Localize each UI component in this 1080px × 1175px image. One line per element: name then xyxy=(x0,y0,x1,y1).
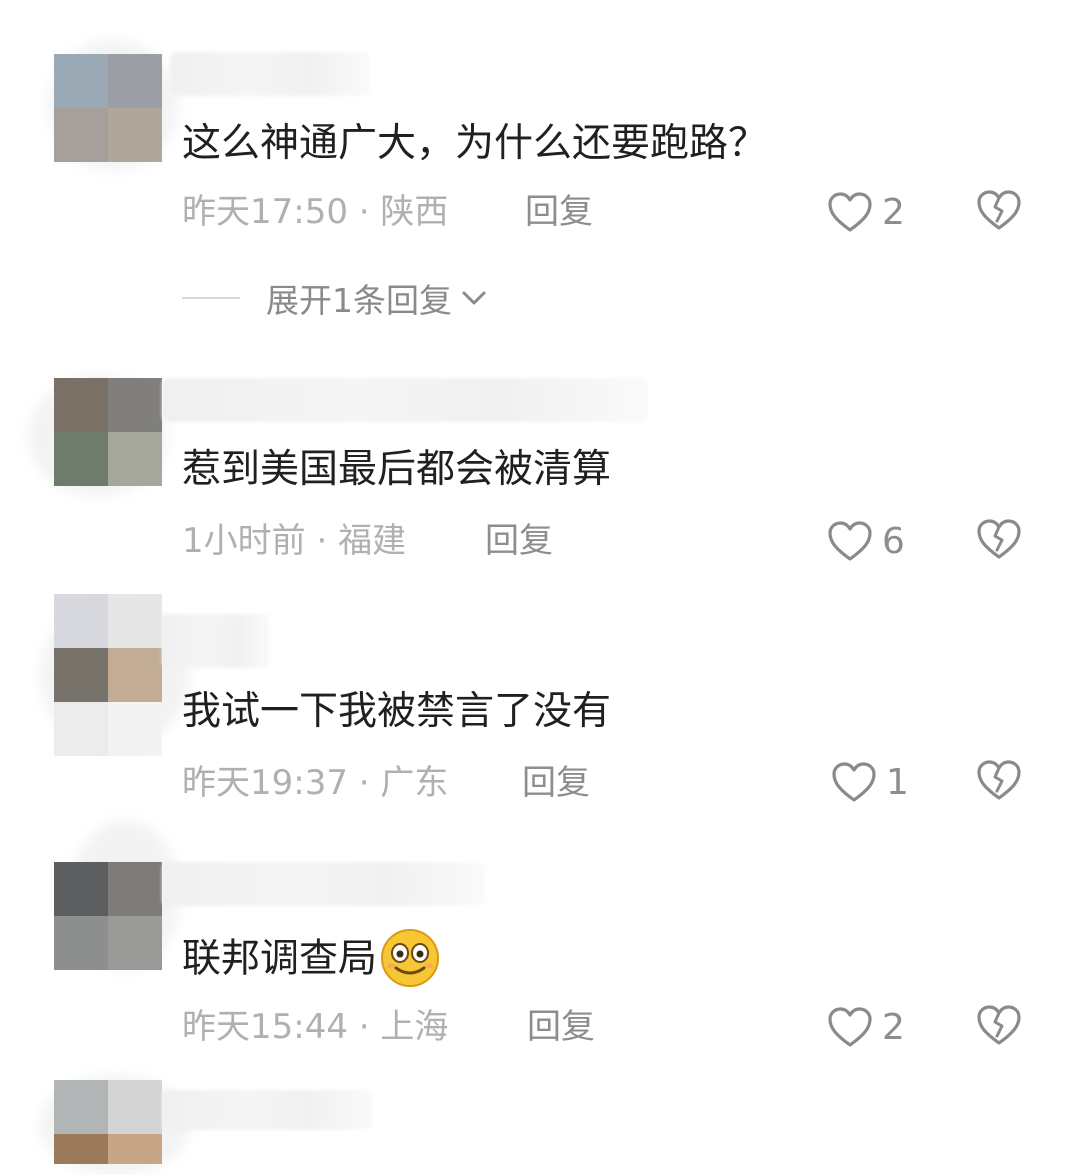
avatar-tile xyxy=(108,916,162,970)
broken-heart-icon[interactable] xyxy=(975,1002,1023,1048)
reply-button[interactable]: 回复 xyxy=(522,761,590,805)
avatar-tile xyxy=(108,1134,162,1164)
reply-button[interactable]: 回复 xyxy=(527,1005,595,1049)
comment-time: 昨天17:50 xyxy=(182,192,348,232)
avatar[interactable] xyxy=(54,1080,162,1164)
comment-location: 陕西 xyxy=(380,192,449,232)
avatar-tile xyxy=(54,378,108,432)
chevron-down-icon xyxy=(462,291,486,305)
comment-time: 昨天19:37 xyxy=(182,763,348,803)
avatar-tile xyxy=(54,862,108,916)
avatar[interactable] xyxy=(54,862,162,970)
heart-outline-icon xyxy=(828,521,872,561)
username-blurred[interactable] xyxy=(170,52,370,96)
meta-separator: · xyxy=(347,763,381,803)
avatar-tile xyxy=(54,1080,108,1134)
comment-text: 联邦调查局 xyxy=(182,929,441,992)
comment-location: 上海 xyxy=(380,1007,449,1047)
avatar-tile xyxy=(54,916,108,970)
broken-heart-icon[interactable] xyxy=(975,187,1023,233)
avatar-tile xyxy=(54,108,108,162)
comment-meta: 昨天17:50 · 陕西 xyxy=(182,190,448,234)
comment-meta: 昨天15:44 · 上海 xyxy=(182,1005,448,1049)
meta-separator: · xyxy=(347,192,381,232)
meta-separator: · xyxy=(305,521,339,561)
heart-outline-icon xyxy=(832,762,876,802)
like-count: 2 xyxy=(882,1006,905,1048)
broken-heart-icon[interactable] xyxy=(975,516,1023,562)
avatar-tile xyxy=(54,648,108,702)
broken-heart-icon[interactable] xyxy=(975,757,1023,803)
reply-button[interactable]: 回复 xyxy=(485,519,553,563)
username-blurred[interactable] xyxy=(162,862,484,906)
avatar-tile xyxy=(108,54,162,108)
comment-text: 这么神通广大，为什么还要跑路？ xyxy=(182,121,768,166)
like-button[interactable]: 2 xyxy=(826,187,905,237)
heart-outline-icon xyxy=(828,192,872,232)
comment-meta: 昨天19:37 · 广东 xyxy=(182,761,448,805)
like-button[interactable]: 1 xyxy=(830,757,909,807)
avatar-tile xyxy=(54,54,108,108)
comment-text-content: 联邦调查局 xyxy=(182,936,378,982)
reply-button[interactable]: 回复 xyxy=(525,190,593,234)
like-button[interactable]: 6 xyxy=(826,516,905,566)
avatar[interactable] xyxy=(54,378,162,486)
like-button[interactable]: 2 xyxy=(826,1002,905,1052)
avatar-tile xyxy=(108,648,162,702)
comment-time: 昨天15:44 xyxy=(182,1007,348,1047)
avatar-tile xyxy=(54,702,108,756)
heart-outline-icon xyxy=(828,1007,872,1047)
meta-separator: · xyxy=(347,1007,381,1047)
avatar-tile xyxy=(108,378,162,432)
expand-replies-button[interactable]: 展开1条回复 xyxy=(182,276,488,320)
avatar-tile xyxy=(108,1080,162,1134)
username-blurred[interactable] xyxy=(162,614,270,668)
avatar-tile xyxy=(54,1134,108,1164)
like-count: 2 xyxy=(882,191,905,233)
avatar-tile xyxy=(108,594,162,648)
avatar-tile xyxy=(108,432,162,486)
comment-meta: 1小时前 · 福建 xyxy=(182,519,406,563)
avatar[interactable] xyxy=(54,54,162,162)
avatar[interactable] xyxy=(54,594,162,702)
avatar-tile xyxy=(108,702,162,756)
like-count: 6 xyxy=(882,520,905,562)
comment-text: 我试一下我被禁言了没有 xyxy=(182,689,612,734)
comment-text: 惹到美国最后都会被清算 xyxy=(182,447,612,492)
comment-time: 1小时前 xyxy=(182,521,306,561)
smiling-face-emoji xyxy=(381,929,440,987)
avatar-tile xyxy=(108,108,162,162)
avatar-tile xyxy=(108,862,162,916)
avatar-bottom-fade xyxy=(54,702,162,756)
comment-location: 广东 xyxy=(380,763,449,803)
avatar-tile xyxy=(54,594,108,648)
like-count: 1 xyxy=(886,761,909,803)
expand-replies-label: 展开1条回复 xyxy=(266,281,452,320)
username-blurred[interactable] xyxy=(162,378,648,422)
username-blurred[interactable] xyxy=(162,1090,372,1130)
expand-divider xyxy=(182,297,240,299)
comment-location: 福建 xyxy=(338,521,407,561)
avatar-tile xyxy=(54,432,108,486)
